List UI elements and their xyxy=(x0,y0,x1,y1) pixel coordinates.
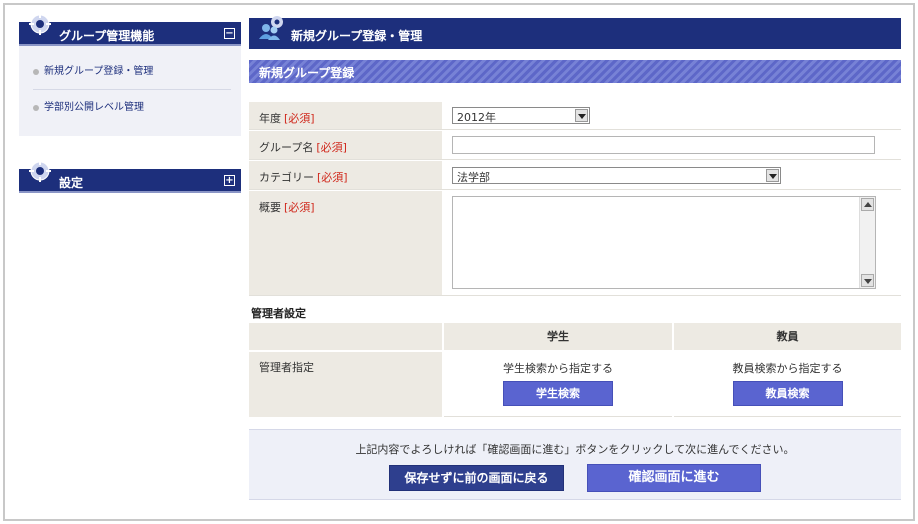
field-label-group-name: グループ名 [必須] xyxy=(249,131,442,159)
back-without-saving-button[interactable]: 保存せずに前の画面に戻る xyxy=(389,465,564,491)
sidebar-settings: 設定 + xyxy=(19,160,241,193)
admin-head-empty xyxy=(249,323,442,350)
field-label-category: カテゴリー [必須] xyxy=(249,161,442,189)
student-search-button[interactable]: 学生検索 xyxy=(503,381,613,406)
confirm-message: 上記内容でよろしければ「確認画面に進む」ボタンをクリックして次に進んでください。 xyxy=(355,443,795,456)
chevron-down-icon xyxy=(575,109,588,122)
required-mark: [必須] xyxy=(316,141,347,154)
label-text: グループ名 xyxy=(259,141,314,154)
category-select-value: 法学部 xyxy=(457,171,490,184)
label-text: カテゴリー xyxy=(259,171,314,184)
sidebar-item-label: 新規グループ登録・管理 xyxy=(44,66,154,77)
bullet-icon xyxy=(33,69,39,75)
page-header: 新規グループ登録・管理 xyxy=(249,16,901,49)
collapse-icon[interactable]: − xyxy=(224,28,235,39)
year-select-value: 2012年 xyxy=(457,111,496,124)
sidebar-header-title: 設定 xyxy=(59,176,84,190)
sidebar-item-new-group[interactable]: 新規グループ登録・管理 xyxy=(33,54,231,90)
required-mark: [必須] xyxy=(284,201,315,214)
chevron-down-icon xyxy=(766,169,779,182)
scroll-up-icon[interactable] xyxy=(861,198,874,211)
column-header-teacher: 教員 xyxy=(674,323,901,350)
sidebar-header-group-management[interactable]: グループ管理機能 − xyxy=(19,13,241,46)
bullet-icon xyxy=(33,105,39,111)
page-title: 新規グループ登録・管理 xyxy=(291,29,423,43)
action-bar: 上記内容でよろしければ「確認画面に進む」ボタンをクリックして次に進んでください。… xyxy=(249,429,901,500)
section-header: 新規グループ登録 xyxy=(249,60,901,83)
expand-icon[interactable]: + xyxy=(224,175,235,186)
summary-textarea[interactable] xyxy=(452,196,876,289)
required-mark: [必須] xyxy=(284,112,315,125)
teacher-search-button[interactable]: 教員検索 xyxy=(732,381,843,406)
field-label-year: 年度 [必須] xyxy=(249,102,442,129)
form-row-summary: 概要 [必須] xyxy=(249,191,901,296)
gear-icon xyxy=(29,13,51,35)
teacher-hint: 教員検索から指定する xyxy=(732,362,843,375)
student-hint: 学生検索から指定する xyxy=(503,362,613,375)
year-select[interactable]: 2012年 xyxy=(452,107,590,124)
label-text: 概要 xyxy=(259,201,281,214)
sidebar-menu: 新規グループ登録・管理 学部別公開レベル管理 xyxy=(19,46,241,136)
student-cell: 学生検索から指定する 学生検索 xyxy=(444,352,672,417)
admin-settings-title: 管理者設定 xyxy=(251,307,306,320)
gear-icon xyxy=(29,160,51,182)
sidebar-header-title: グループ管理機能 xyxy=(59,29,155,43)
sidebar-header-settings[interactable]: 設定 + xyxy=(19,160,241,193)
form-row-group-name: グループ名 [必須] xyxy=(249,131,901,160)
sidebar-item-label: 学部別公開レベル管理 xyxy=(44,102,144,113)
section-title: 新規グループ登録 xyxy=(259,66,355,80)
form-row-category: カテゴリー [必須] 法学部 xyxy=(249,161,901,190)
required-mark: [必須] xyxy=(317,171,348,184)
users-gear-icon xyxy=(259,16,283,40)
proceed-to-confirm-button[interactable]: 確認画面に進む xyxy=(587,464,761,492)
form-row-year: 年度 [必須] 2012年 xyxy=(249,102,901,130)
group-name-input[interactable] xyxy=(452,136,875,154)
sidebar-group-management: グループ管理機能 − 新規グループ登録・管理 学部別公開レベル管理 xyxy=(19,13,241,136)
label-text: 年度 xyxy=(259,112,281,125)
teacher-cell: 教員検索から指定する 教員検索 xyxy=(674,352,901,417)
column-header-student: 学生 xyxy=(444,323,672,350)
category-select[interactable]: 法学部 xyxy=(452,167,781,184)
field-label-summary: 概要 [必須] xyxy=(249,191,442,295)
sidebar-item-faculty-visibility[interactable]: 学部別公開レベル管理 xyxy=(33,90,231,126)
scrollbar[interactable] xyxy=(859,197,875,288)
admin-row-label: 管理者指定 xyxy=(249,352,442,417)
scroll-down-icon[interactable] xyxy=(861,274,874,287)
